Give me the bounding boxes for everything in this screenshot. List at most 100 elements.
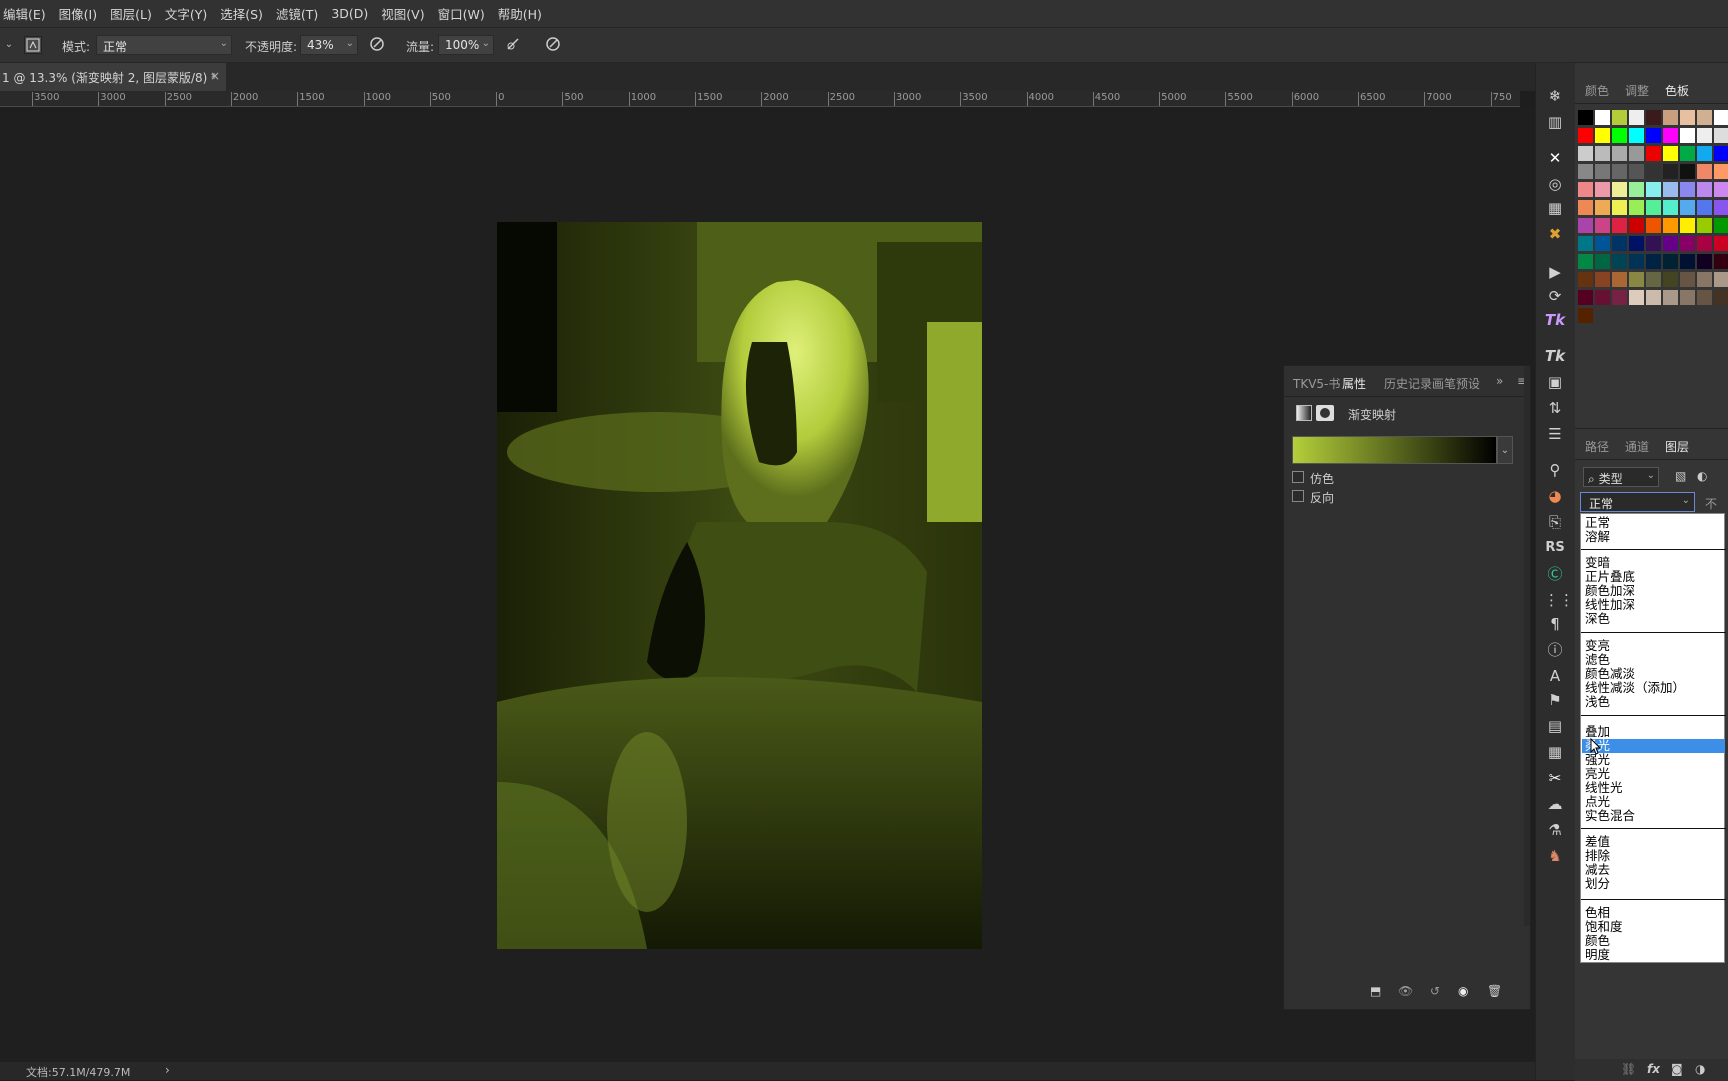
color-swatch[interactable] xyxy=(1612,272,1627,287)
tab-swatches[interactable]: 色板 xyxy=(1665,82,1689,99)
swatch-grid-icon[interactable]: ⋮⋮ xyxy=(1544,589,1574,611)
color-swatch[interactable] xyxy=(1595,236,1610,251)
pressure-opacity-icon[interactable] xyxy=(368,36,386,54)
color-swatch[interactable] xyxy=(1697,218,1712,233)
color-swatch[interactable] xyxy=(1646,290,1661,305)
color-swatch[interactable] xyxy=(1714,236,1728,251)
blend-option-multiply[interactable]: 正片叠底 xyxy=(1585,570,1635,584)
tab-history[interactable]: 历史记录 xyxy=(1384,375,1432,392)
blend-option-darker-color[interactable]: 深色 xyxy=(1585,612,1610,626)
lens-icon[interactable]: ◎ xyxy=(1544,173,1566,195)
tab-channels[interactable]: 通道 xyxy=(1625,438,1649,455)
blend-option-pin-light[interactable]: 点光 xyxy=(1585,795,1610,809)
blend-option-divide[interactable]: 划分 xyxy=(1585,877,1610,891)
color-swatch[interactable] xyxy=(1578,236,1593,251)
color-swatch[interactable] xyxy=(1595,200,1610,215)
color-swatch[interactable] xyxy=(1646,164,1661,179)
flow-input[interactable]: 100% ⌄ xyxy=(438,35,494,55)
notes-icon[interactable]: ▤ xyxy=(1544,715,1566,737)
color-swatch[interactable] xyxy=(1663,164,1678,179)
document-icon[interactable]: ▦ xyxy=(1544,741,1566,763)
blend-option-vivid-light[interactable]: 亮光 xyxy=(1585,767,1610,781)
info-icon[interactable]: ⓘ xyxy=(1544,639,1566,661)
blend-option-linear-light[interactable]: 线性光 xyxy=(1585,781,1623,795)
blend-option-subtract[interactable]: 减去 xyxy=(1585,863,1610,877)
color-swatch[interactable] xyxy=(1663,110,1678,125)
brush-preset-icon[interactable] xyxy=(24,36,42,54)
menu-type[interactable]: 文字(Y) xyxy=(165,4,207,23)
brush-tools-icon[interactable]: ⚲ xyxy=(1544,459,1566,481)
color-swatch[interactable] xyxy=(1629,218,1644,233)
add-mask-icon[interactable]: ◙ xyxy=(1671,1062,1683,1076)
blend-option-color-dodge[interactable]: 颜色减淡 xyxy=(1585,667,1635,681)
color-swatch[interactable] xyxy=(1578,146,1593,161)
color-swatch[interactable] xyxy=(1646,182,1661,197)
color-swatch[interactable] xyxy=(1697,272,1712,287)
blend-option-saturation[interactable]: 饱和度 xyxy=(1585,920,1623,934)
blend-option-hue[interactable]: 色相 xyxy=(1585,906,1610,920)
color-swatch[interactable] xyxy=(1714,218,1728,233)
blend-option-dissolve[interactable]: 溶解 xyxy=(1585,530,1610,544)
color-swatch[interactable] xyxy=(1680,272,1695,287)
color-swatch[interactable] xyxy=(1646,146,1661,161)
link-icon[interactable]: ⛓ xyxy=(1621,1062,1636,1076)
character-icon[interactable]: A xyxy=(1544,665,1566,687)
color-wheel-icon[interactable]: ◕ xyxy=(1544,485,1566,507)
blend-option-linear-burn[interactable]: 线性加深 xyxy=(1585,598,1635,612)
color-swatch[interactable] xyxy=(1663,272,1678,287)
color-swatch[interactable] xyxy=(1578,290,1593,305)
color-swatch[interactable] xyxy=(1595,254,1610,269)
color-swatch[interactable] xyxy=(1612,146,1627,161)
reset-icon[interactable]: ↺ xyxy=(1430,984,1440,998)
view-previous-icon[interactable]: 👁 xyxy=(1398,984,1413,998)
scissors-icon[interactable]: ✂ xyxy=(1544,767,1566,789)
chevron-down-icon[interactable]: ⌄ xyxy=(0,36,18,54)
color-swatch[interactable] xyxy=(1578,272,1593,287)
chevron-down-icon[interactable]: ⌄ xyxy=(1497,436,1513,464)
color-swatch[interactable] xyxy=(1612,164,1627,179)
color-swatch[interactable] xyxy=(1629,236,1644,251)
menu-help[interactable]: 帮助(H) xyxy=(498,4,542,23)
color-swatch[interactable] xyxy=(1714,164,1728,179)
color-swatch[interactable] xyxy=(1663,128,1678,143)
blend-option-screen[interactable]: 滤色 xyxy=(1585,653,1610,667)
blend-option-lighter-color[interactable]: 浅色 xyxy=(1585,695,1610,709)
menu-image[interactable]: 图像(I) xyxy=(59,4,97,23)
color-swatch[interactable] xyxy=(1629,146,1644,161)
flask-icon[interactable]: ⚗ xyxy=(1544,819,1566,841)
color-swatch[interactable] xyxy=(1680,290,1695,305)
color-swatch[interactable] xyxy=(1714,182,1728,197)
layer-filter-select[interactable]: ⌕ 类型 ⌄ xyxy=(1583,467,1659,487)
tab-adjustments[interactable]: 调整 xyxy=(1625,82,1649,99)
color-swatch[interactable] xyxy=(1663,236,1678,251)
color-swatch[interactable] xyxy=(1646,236,1661,251)
color-swatch[interactable] xyxy=(1697,128,1712,143)
panel-scrollbar[interactable] xyxy=(1524,366,1530,926)
color-swatch[interactable] xyxy=(1646,200,1661,215)
clip-to-layer-icon[interactable]: ⬒ xyxy=(1370,984,1381,998)
color-swatch[interactable] xyxy=(1697,200,1712,215)
color-swatch[interactable] xyxy=(1697,236,1712,251)
paths-icon[interactable]: ⎘ xyxy=(1544,511,1566,533)
tab-tkv5[interactable]: TKV5-书 xyxy=(1293,375,1340,392)
sliders-icon[interactable]: ☰ xyxy=(1544,423,1566,445)
refresh-icon[interactable]: ⟳ xyxy=(1544,285,1566,307)
cross-tools-icon[interactable]: ✖ xyxy=(1544,223,1566,245)
color-swatch[interactable] xyxy=(1629,254,1644,269)
document-tab[interactable]: 1 @ 13.3% (渐变映射 2, 图层蒙版/8) * × xyxy=(0,63,226,91)
color-swatch[interactable] xyxy=(1714,110,1728,125)
tk-plugin-icon[interactable]: Tk xyxy=(1544,309,1566,331)
color-swatch[interactable] xyxy=(1612,128,1627,143)
color-swatch[interactable] xyxy=(1612,218,1627,233)
color-swatch[interactable] xyxy=(1697,146,1712,161)
adjust-icon[interactable]: ⇅ xyxy=(1544,397,1566,419)
color-swatch[interactable] xyxy=(1697,290,1712,305)
document-canvas-image[interactable] xyxy=(497,222,982,949)
close-icon[interactable]: × xyxy=(210,69,220,83)
opacity-input[interactable]: 43% ⌄ xyxy=(300,35,358,55)
color-swatch[interactable] xyxy=(1714,290,1728,305)
color-swatch[interactable] xyxy=(1663,218,1678,233)
menu-window[interactable]: 窗口(W) xyxy=(438,4,485,23)
color-swatch[interactable] xyxy=(1595,146,1610,161)
blend-option-lighten[interactable]: 变亮 xyxy=(1585,639,1610,653)
